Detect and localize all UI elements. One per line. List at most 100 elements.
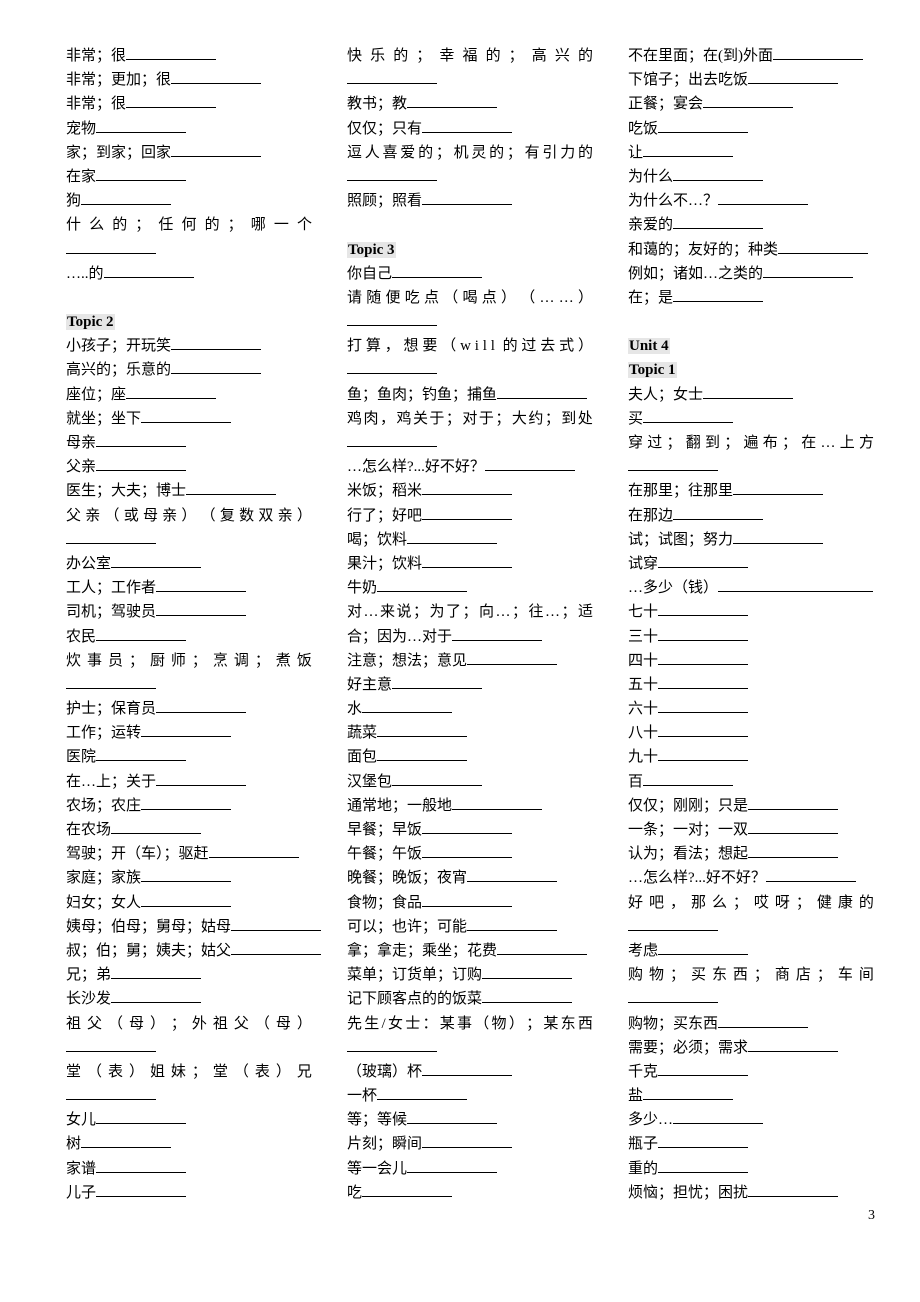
answer-blank[interactable]	[111, 988, 202, 1004]
answer-blank[interactable]	[658, 601, 749, 617]
answer-blank[interactable]	[733, 529, 824, 544]
answer-blank[interactable]	[422, 892, 513, 907]
answer-blank[interactable]	[377, 577, 468, 593]
answer-blank[interactable]	[407, 1158, 498, 1173]
answer-blank[interactable]	[422, 118, 513, 133]
answer-blank[interactable]	[422, 505, 513, 520]
answer-blank[interactable]	[347, 359, 437, 375]
answer-blank[interactable]	[452, 795, 543, 810]
answer-blank[interactable]	[658, 698, 749, 714]
answer-blank[interactable]	[673, 214, 764, 230]
answer-blank[interactable]	[673, 287, 764, 302]
answer-blank[interactable]	[718, 577, 874, 593]
answer-blank[interactable]	[748, 1037, 839, 1052]
answer-blank[interactable]	[231, 916, 322, 931]
answer-blank[interactable]	[748, 1182, 839, 1197]
answer-blank[interactable]	[733, 480, 824, 496]
answer-blank[interactable]	[377, 1085, 468, 1101]
answer-blank[interactable]	[377, 746, 468, 762]
answer-blank[interactable]	[422, 553, 513, 568]
answer-blank[interactable]	[658, 626, 749, 641]
answer-blank[interactable]	[81, 1133, 172, 1149]
answer-blank[interactable]	[467, 650, 558, 665]
answer-blank[interactable]	[748, 69, 839, 85]
answer-blank[interactable]	[407, 93, 498, 109]
answer-blank[interactable]	[171, 335, 262, 351]
answer-blank[interactable]	[497, 940, 588, 955]
answer-blank[interactable]	[673, 166, 764, 181]
answer-blank[interactable]	[81, 190, 172, 206]
answer-blank[interactable]	[96, 1158, 187, 1173]
answer-blank[interactable]	[392, 263, 483, 278]
answer-blank[interactable]	[467, 916, 558, 931]
answer-blank[interactable]	[111, 819, 202, 834]
answer-blank[interactable]	[111, 553, 202, 568]
answer-blank[interactable]	[96, 166, 187, 181]
answer-blank[interactable]	[628, 456, 718, 472]
answer-blank[interactable]	[422, 190, 513, 206]
answer-blank[interactable]	[347, 166, 437, 181]
answer-blank[interactable]	[422, 819, 513, 834]
answer-blank[interactable]	[347, 69, 437, 85]
answer-blank[interactable]	[482, 988, 573, 1004]
answer-blank[interactable]	[778, 239, 869, 254]
answer-blank[interactable]	[96, 746, 187, 762]
answer-blank[interactable]	[497, 384, 588, 399]
answer-blank[interactable]	[422, 843, 513, 859]
answer-blank[interactable]	[66, 674, 156, 689]
answer-blank[interactable]	[141, 722, 232, 738]
answer-blank[interactable]	[156, 698, 247, 714]
answer-blank[interactable]	[482, 964, 573, 980]
answer-blank[interactable]	[407, 529, 498, 544]
answer-blank[interactable]	[748, 819, 839, 834]
answer-blank[interactable]	[66, 529, 156, 544]
answer-blank[interactable]	[126, 93, 217, 109]
answer-blank[interactable]	[156, 771, 247, 786]
answer-blank[interactable]	[126, 384, 217, 399]
answer-blank[interactable]	[377, 722, 468, 738]
answer-blank[interactable]	[658, 1133, 749, 1149]
answer-blank[interactable]	[362, 698, 453, 714]
answer-blank[interactable]	[658, 940, 749, 955]
answer-blank[interactable]	[703, 93, 794, 109]
answer-blank[interactable]	[171, 142, 262, 157]
answer-blank[interactable]	[765, 867, 856, 883]
answer-blank[interactable]	[392, 674, 483, 689]
answer-blank[interactable]	[96, 432, 187, 447]
answer-blank[interactable]	[66, 1037, 156, 1052]
answer-blank[interactable]	[141, 795, 232, 810]
answer-blank[interactable]	[718, 190, 809, 206]
answer-blank[interactable]	[103, 263, 194, 278]
answer-blank[interactable]	[452, 626, 543, 641]
answer-blank[interactable]	[96, 1109, 187, 1125]
answer-blank[interactable]	[347, 432, 437, 447]
answer-blank[interactable]	[658, 722, 749, 738]
answer-blank[interactable]	[643, 1085, 734, 1101]
answer-blank[interactable]	[643, 142, 734, 157]
answer-blank[interactable]	[111, 964, 202, 980]
answer-blank[interactable]	[748, 795, 839, 810]
answer-blank[interactable]	[673, 1109, 764, 1125]
answer-blank[interactable]	[658, 118, 749, 133]
answer-blank[interactable]	[643, 771, 734, 786]
answer-blank[interactable]	[628, 988, 718, 1004]
answer-blank[interactable]	[703, 384, 794, 399]
answer-blank[interactable]	[171, 69, 262, 85]
answer-blank[interactable]	[658, 746, 749, 762]
answer-blank[interactable]	[231, 940, 322, 955]
answer-blank[interactable]	[422, 1133, 513, 1149]
answer-blank[interactable]	[362, 1182, 453, 1197]
answer-blank[interactable]	[347, 1037, 437, 1052]
answer-blank[interactable]	[156, 577, 247, 593]
answer-blank[interactable]	[407, 1109, 498, 1125]
answer-blank[interactable]	[66, 1085, 156, 1101]
answer-blank[interactable]	[141, 867, 232, 883]
answer-blank[interactable]	[126, 45, 217, 60]
answer-blank[interactable]	[141, 892, 232, 907]
answer-blank[interactable]	[718, 1013, 809, 1028]
answer-blank[interactable]	[763, 263, 854, 278]
answer-blank[interactable]	[392, 771, 483, 786]
answer-blank[interactable]	[673, 505, 764, 520]
answer-blank[interactable]	[467, 867, 558, 883]
answer-blank[interactable]	[658, 1158, 749, 1173]
